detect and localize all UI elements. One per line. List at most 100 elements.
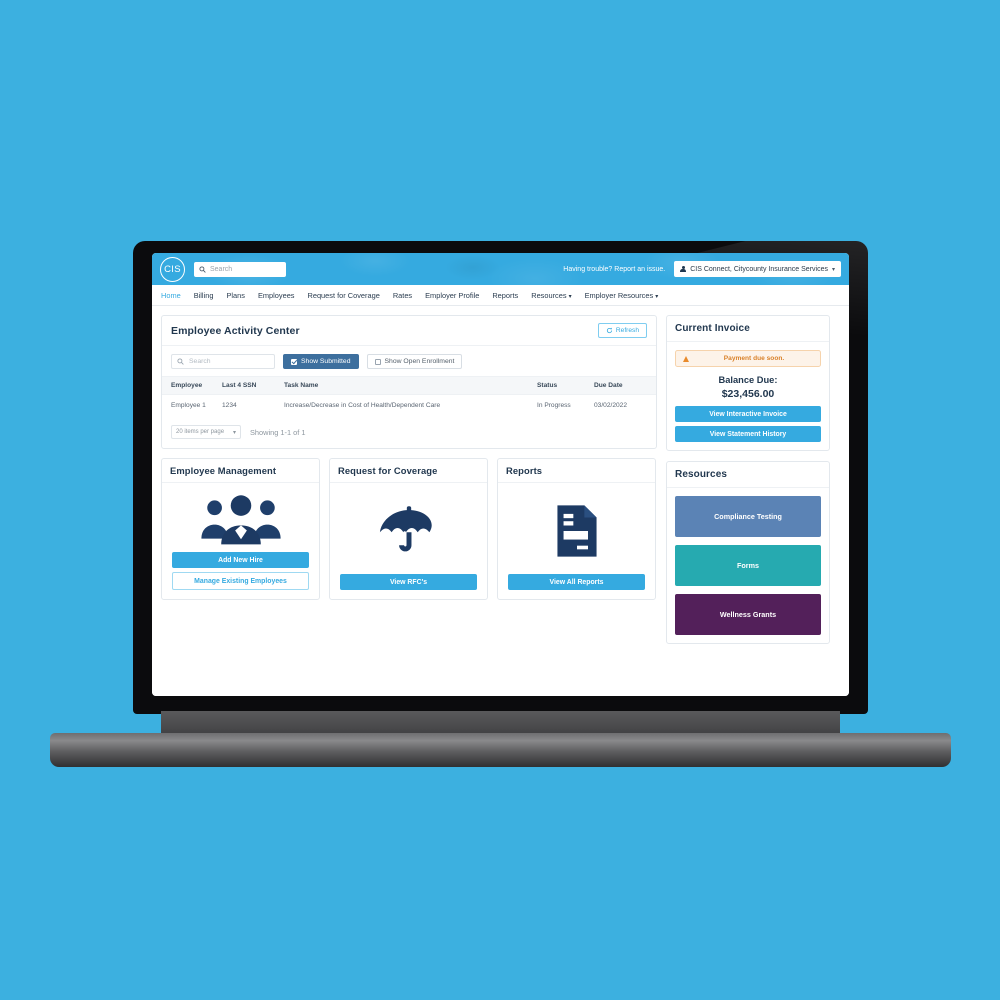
laptop-screen: CIS Search Having trouble? Report an iss…	[152, 253, 849, 696]
employee-management-header: Employee Management	[162, 459, 319, 483]
nav-item-label: Plans	[226, 290, 245, 300]
laptop-lid: CIS Search Having trouble? Report an iss…	[133, 241, 868, 714]
current-invoice-header: Current Invoice	[667, 316, 829, 342]
show-open-enrollment-label: Show Open Enrollment	[384, 358, 455, 365]
nav-item-label: Reports	[492, 290, 519, 300]
chevron-down-icon: ▾	[831, 266, 835, 273]
table-header: Employee Last 4 SSN Task Name Status Due…	[162, 376, 656, 395]
quick-action-cards: Employee Management Add New Hire Manage …	[161, 458, 657, 601]
cis-logo[interactable]: CIS	[160, 256, 185, 282]
activity-search-placeholder: Search	[189, 358, 211, 365]
current-invoice-body: Payment due soon. Balance Due: $23,456.0…	[667, 342, 829, 450]
table-body: Employee 1 1234 Increase/Decrease in Cos…	[162, 395, 656, 418]
resource-button-label: Compliance Testing	[714, 512, 782, 521]
activity-search-input[interactable]: Search	[171, 354, 275, 369]
employee-management-buttons: Add New Hire Manage Existing Employees	[172, 552, 309, 591]
document-report-icon	[555, 493, 599, 568]
cell-due-date: 03/02/2022	[594, 402, 628, 409]
nav-item-billing[interactable]: Billing	[194, 291, 214, 300]
resource-button-label: Wellness Grants	[719, 610, 777, 619]
search-icon	[199, 265, 206, 273]
cell-ssn: 1234	[222, 402, 237, 409]
nav-item-label: Request for Coverage	[307, 290, 380, 300]
cell-employee: Employee 1	[171, 402, 206, 409]
cell-task: Increase/Decrease in Cost of Health/Depe…	[284, 402, 441, 409]
request-for-coverage-buttons: View RFC's	[340, 574, 477, 591]
request-for-coverage-body: View RFC's	[330, 483, 487, 599]
employee-management-title: Employee Management	[170, 465, 277, 476]
side-column: Current Invoice Payment due soon. Balanc…	[666, 315, 830, 696]
view-interactive-invoice-button[interactable]: View Interactive Invoice	[675, 406, 821, 422]
payment-due-alert-text: Payment due soon.	[723, 355, 785, 362]
employee-activity-center-card: Employee Activity Center Refresh Search …	[161, 315, 657, 449]
account-name: CIS Connect, Citycounty Insurance Servic…	[690, 265, 828, 273]
person-icon	[680, 265, 687, 273]
resources-header: Resources	[667, 462, 829, 488]
nav-item-reports[interactable]: Reports	[492, 291, 518, 300]
nav-item-employer-resources[interactable]: Employer Resources ▾	[585, 291, 659, 300]
nav-item-resources[interactable]: Resources ▾	[531, 291, 571, 300]
current-invoice-title: Current Invoice	[675, 323, 750, 334]
nav-item-label: Employer Resources	[584, 290, 654, 300]
nav-item-home[interactable]: Home	[161, 291, 181, 300]
report-issue-link[interactable]: Having trouble? Report an issue.	[563, 266, 665, 273]
table-row[interactable]: Employee 1 1234 Increase/Decrease in Cos…	[162, 395, 656, 418]
resources-card: Resources Compliance Testing Forms Wellnes…	[666, 461, 830, 644]
nav-item-label: Rates	[392, 290, 413, 300]
chevron-down-icon: ▾	[232, 429, 236, 436]
chevron-down-icon: ▾	[655, 293, 659, 300]
add-new-hire-button[interactable]: Add New Hire	[172, 552, 309, 568]
resources-body: Compliance Testing Forms Wellness Grants	[667, 488, 829, 643]
view-rfcs-button[interactable]: View RFC's	[340, 574, 477, 591]
page-title: Employee Activity Center	[171, 324, 300, 337]
nav-item-employees[interactable]: Employees	[258, 291, 295, 300]
nav-item-plans[interactable]: Plans	[226, 291, 245, 300]
refresh-label: Refresh	[615, 327, 639, 334]
nav-item-request-for-coverage[interactable]: Request for Coverage	[308, 291, 380, 300]
main-column: Employee Activity Center Refresh Search …	[161, 315, 657, 696]
refresh-button[interactable]: Refresh	[597, 323, 647, 338]
cell-status: In Progress	[537, 402, 571, 409]
employee-management-card: Employee Management Add New Hire Manage …	[161, 458, 320, 601]
view-all-reports-button[interactable]: View All Reports	[508, 574, 645, 591]
table-pagination: 20 items per page ▾ Showing 1-1 of 1	[162, 417, 656, 448]
column-header-status[interactable]: Status	[537, 376, 594, 395]
request-for-coverage-card: Request for Coverage View RFC's	[329, 458, 488, 601]
resource-button-wellness-grants[interactable]: Wellness Grants	[675, 594, 821, 635]
column-header-ssn[interactable]: Last 4 SSN	[222, 376, 284, 395]
page-content: Employee Activity Center Refresh Search …	[152, 306, 849, 696]
activity-center-header: Employee Activity Center Refresh	[162, 316, 656, 346]
reports-header: Reports	[498, 459, 655, 483]
global-search-input[interactable]: Search	[194, 261, 286, 277]
balance-due-amount: $23,456.00	[721, 388, 775, 400]
column-header-employee[interactable]: Employee	[162, 376, 222, 395]
resource-button-label: Forms	[737, 561, 759, 570]
column-header-due-date[interactable]: Due Date	[594, 376, 656, 395]
resource-button-compliance-testing[interactable]: Compliance Testing	[675, 496, 821, 537]
resource-button-forms[interactable]: Forms	[675, 545, 821, 586]
showing-count: Showing 1-1 of 1	[250, 427, 306, 437]
items-per-page-select[interactable]: 20 items per page ▾	[171, 425, 241, 439]
manage-existing-employees-button[interactable]: Manage Existing Employees	[172, 572, 309, 591]
main-navigation: Home Billing Plans Employees Request for Cov…	[152, 285, 849, 306]
search-icon	[177, 358, 184, 365]
reports-body: View All Reports	[498, 483, 655, 599]
table-header-row: Employee Last 4 SSN Task Name Status Due…	[162, 376, 656, 395]
umbrella-icon	[378, 493, 440, 568]
current-invoice-card: Current Invoice Payment due soon. Balanc…	[666, 315, 830, 451]
show-submitted-toggle[interactable]: Show Submitted	[283, 354, 359, 369]
account-menu[interactable]: CIS Connect, Citycounty Insurance Servic…	[674, 261, 841, 277]
nav-item-label: Employees	[257, 290, 295, 300]
nav-item-rates[interactable]: Rates	[393, 291, 412, 300]
chevron-down-icon: ▾	[568, 293, 572, 300]
show-open-enrollment-toggle[interactable]: Show Open Enrollment	[366, 354, 463, 369]
invoice-buttons: View Interactive Invoice View Statement …	[675, 406, 821, 442]
column-header-task[interactable]: Task Name	[284, 376, 537, 395]
checkbox-unchecked-icon	[374, 358, 381, 365]
nav-item-employer-profile[interactable]: Employer Profile	[425, 291, 479, 300]
top-bar-right: Having trouble? Report an issue. CIS Con…	[563, 261, 841, 277]
items-per-page-value: 20 items per page	[176, 429, 225, 435]
people-group-icon	[197, 493, 285, 546]
employee-management-body: Add New Hire Manage Existing Employees	[162, 483, 319, 599]
view-statement-history-button[interactable]: View Statement History	[675, 426, 821, 442]
